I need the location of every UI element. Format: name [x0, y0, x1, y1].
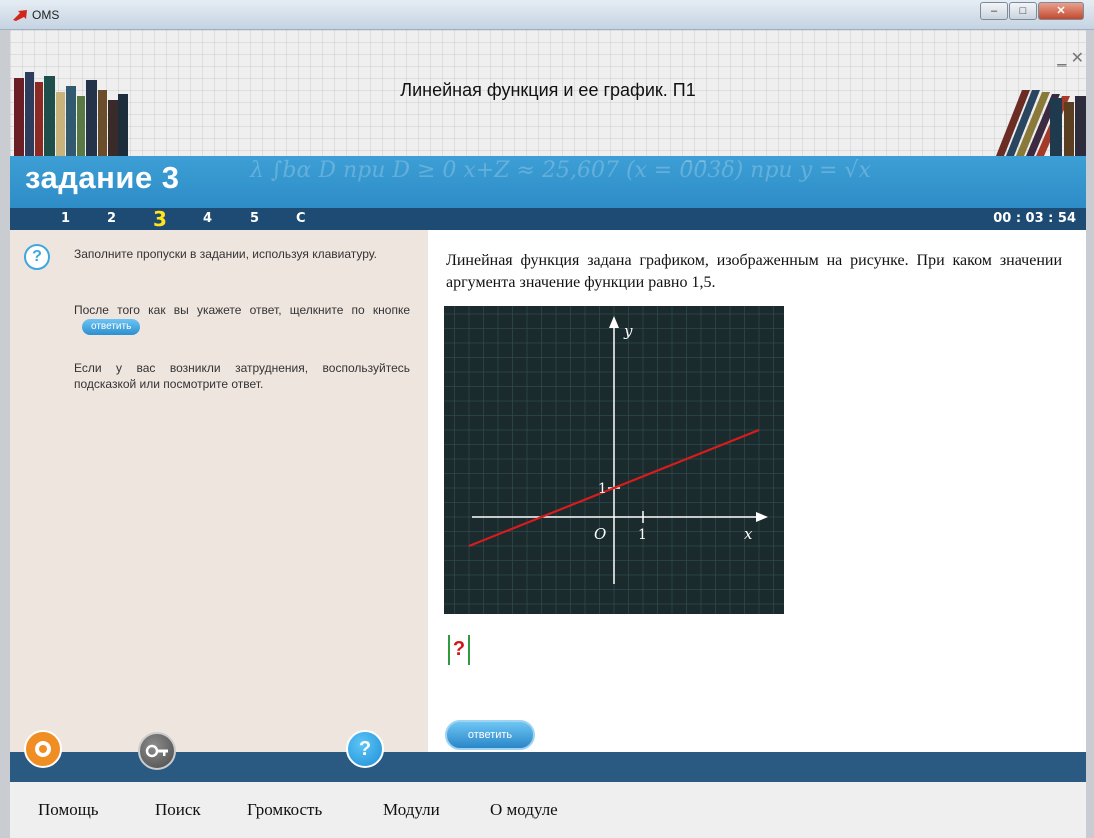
task-title: задание 3 — [25, 160, 180, 195]
maximize-button[interactable]: □ — [1009, 2, 1037, 20]
instruction-submit: После того как вы укажете ответ, щелкнит… — [74, 302, 410, 335]
app-window: Линейная функция и ее график. П1 ‗ ✕ λ ∫… — [10, 30, 1086, 838]
y-axis-label: y — [623, 322, 633, 340]
instruction-hint: Если у вас возникли затруднения, восполь… — [74, 361, 410, 391]
menu-item-help[interactable]: Помощь — [38, 800, 99, 820]
lifebuoy-icon[interactable] — [24, 730, 62, 768]
origin-label: O — [594, 525, 606, 543]
menu-item-search[interactable]: Поиск — [155, 800, 201, 820]
timer: 00 : 03 : 54 — [993, 211, 1076, 226]
task-tab-c[interactable]: C — [296, 211, 306, 226]
key-glyph-icon — [145, 744, 168, 758]
instruction-submit-text: После того как вы укажете ответ, щелкнит… — [74, 303, 410, 317]
header-banner: Линейная функция и ее график. П1 ‗ ✕ — [10, 30, 1086, 156]
app-logo-icon — [13, 10, 27, 21]
x-axis-label: x — [744, 525, 753, 543]
task-navigation: 1 2 3 4 5 C 00 : 03 : 54 — [10, 207, 1086, 231]
x-axis-arrow — [756, 512, 768, 522]
task-tab-3[interactable]: 3 — [153, 207, 167, 231]
minimize-button[interactable]: – — [980, 2, 1008, 20]
function-graph: y x O 1 1 — [444, 306, 784, 614]
question-mark-icon: ? — [24, 244, 50, 270]
x-tick-label: 1 — [638, 527, 647, 543]
menu-item-about[interactable]: О модуле — [490, 800, 558, 820]
close-button[interactable]: ✕ — [1038, 2, 1084, 20]
instructions-panel: ? Заполните пропуски в задании, использу… — [10, 230, 428, 752]
menu-item-volume[interactable]: Громкость — [247, 800, 322, 820]
submit-answer-button[interactable]: ответить — [445, 720, 535, 750]
instruction-fill-gaps: Заполните пропуски в задании, используя … — [74, 247, 377, 261]
task-tab-1[interactable]: 1 — [61, 211, 70, 226]
menu-item-modules[interactable]: Модули — [383, 800, 440, 820]
page-title: Линейная функция и ее график. П1 — [400, 80, 696, 100]
task-tab-5[interactable]: 5 — [250, 211, 259, 226]
task-tab-4[interactable]: 4 — [203, 211, 212, 226]
task-header-band: λ ∫b𝛼 D при D ≥ 0 x+Z ≈ 25,607 (x = 0̄0̄… — [10, 156, 1086, 208]
window-titlebar: OMS – □ ✕ — [0, 0, 1094, 30]
question-panel: Линейная функция задана графиком, изобра… — [428, 230, 1086, 752]
y-tick-label: 1 — [598, 481, 607, 497]
menu-bar: Помощь Поиск Громкость Модули О модуле — [10, 782, 1086, 838]
inline-answer-button-sample: ответить — [82, 318, 141, 335]
formula-background-decoration: λ ∫b𝛼 D при D ≥ 0 x+Z ≈ 25,607 (x = 0̄0̄… — [250, 158, 871, 183]
answer-input[interactable]: ? — [448, 635, 470, 665]
books-right-image — [996, 90, 1086, 156]
help-button[interactable]: ? — [346, 730, 384, 768]
fullscreen-toggle-icon[interactable]: ‗ ✕ — [1024, 48, 1084, 70]
key-icon[interactable] — [138, 732, 176, 770]
y-axis-arrow — [609, 316, 619, 328]
task-tab-2[interactable]: 2 — [107, 211, 116, 226]
question-text: Линейная функция задана графиком, изобра… — [446, 252, 1062, 291]
window-title: OMS — [32, 8, 60, 22]
